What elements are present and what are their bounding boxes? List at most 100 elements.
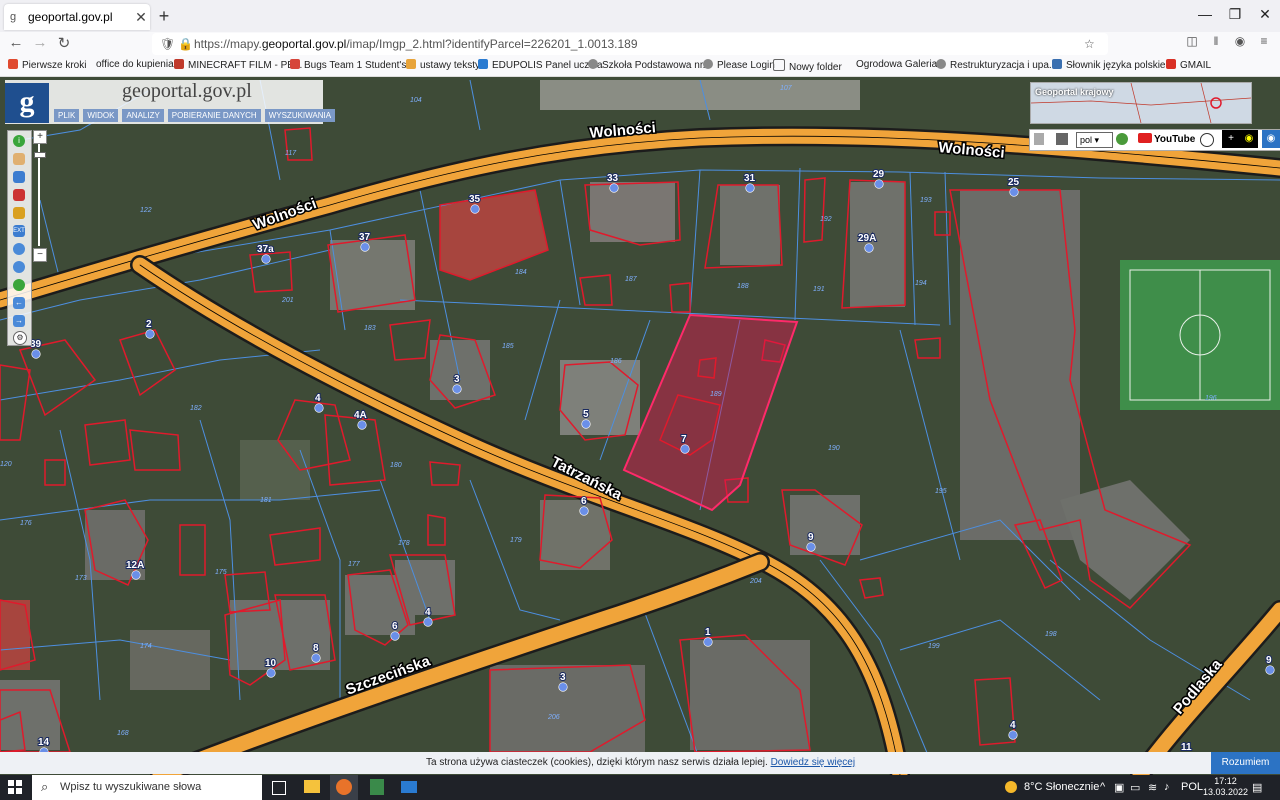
- bookmark-item[interactable]: Restrukturyzacja i upa...: [936, 59, 1057, 71]
- menu-item-widok[interactable]: WIDOK: [83, 109, 119, 122]
- arrow-left-icon[interactable]: ←: [13, 297, 25, 309]
- menu-icon[interactable]: ≡: [1254, 34, 1274, 48]
- bookmark-item[interactable]: ustawy teksty: [406, 59, 480, 71]
- forward-icon[interactable]: →: [30, 34, 50, 51]
- house-number: 9: [1266, 655, 1272, 666]
- ext-icon[interactable]: EXT: [13, 225, 25, 237]
- arrow-right-icon[interactable]: →: [13, 315, 25, 327]
- eye-icon[interactable]: ◉: [1240, 130, 1258, 148]
- zoom-slider[interactable]: + −: [33, 130, 47, 262]
- task-view-icon[interactable]: [272, 781, 286, 795]
- bookmark-item[interactable]: Słownik języka polskie...: [1052, 59, 1174, 71]
- globe-icon: [936, 59, 946, 69]
- learn-more-link[interactable]: Dowiedz się więcej: [771, 757, 855, 768]
- minimize-icon[interactable]: —: [1190, 6, 1220, 22]
- bookmark-item[interactable]: Nowy folder: [773, 59, 842, 73]
- draw-icon[interactable]: [13, 207, 25, 219]
- battery-icon[interactable]: ▭: [1130, 781, 1140, 794]
- address-bar[interactable]: 🛡 🔒 https://mapy.geoportal.gov.pl/imap/I…: [152, 33, 1108, 55]
- bookmark-item[interactable]: EDUPOLIS Panel ucznia: [478, 59, 603, 71]
- view-icon[interactable]: ◉: [1262, 130, 1280, 148]
- tab-geoportal[interactable]: g geoportal.gov.pl ✕: [4, 4, 150, 30]
- info-icon[interactable]: i: [13, 135, 25, 147]
- restore-icon[interactable]: ❐: [1220, 6, 1250, 23]
- parcel-number: 120: [0, 461, 12, 468]
- notifications-icon[interactable]: ▤: [1252, 781, 1262, 794]
- windows-start-icon[interactable]: [8, 780, 22, 794]
- g-icon: [406, 59, 416, 69]
- reload-icon[interactable]: ↻: [54, 34, 74, 52]
- help-icon[interactable]: [1116, 133, 1128, 145]
- close-window-icon[interactable]: ✕: [1250, 6, 1280, 23]
- settings-icon[interactable]: ⚙: [13, 331, 27, 345]
- house-number: 6: [392, 621, 398, 632]
- zoom-out-button[interactable]: −: [33, 248, 47, 262]
- new-tab-icon[interactable]: +: [156, 6, 172, 27]
- taskbar-search[interactable]: ⌕ Wpisz tu wyszukiwane słowa: [32, 775, 262, 800]
- house-number: 29: [873, 169, 885, 180]
- globe-icon[interactable]: [13, 279, 25, 291]
- accessibility-icon[interactable]: [1200, 133, 1214, 147]
- menu-item-wyszukiwania[interactable]: WYSZUKIWANIA: [264, 109, 336, 122]
- bookmark-item[interactable]: Bugs Team 1 Student's...: [290, 59, 415, 71]
- zoom-in-button[interactable]: +: [33, 130, 47, 144]
- overview-map[interactable]: Geoportal krajowy: [1030, 82, 1252, 124]
- menu-item-analizy[interactable]: ANALIZY: [122, 109, 164, 122]
- house-number: 25: [1008, 177, 1020, 188]
- close-tab-icon[interactable]: ✕: [132, 9, 150, 26]
- accept-cookies-button[interactable]: Rozumiem: [1211, 752, 1280, 774]
- parcel-number: 206: [547, 714, 560, 721]
- bookmark-item[interactable]: Szkoła Podstawowa nr...: [588, 59, 711, 71]
- pan-hand-icon[interactable]: [13, 153, 25, 165]
- house-number: 9: [808, 532, 814, 543]
- bookmark-item[interactable]: office do kupienia: [96, 59, 174, 70]
- mail-icon[interactable]: [401, 781, 417, 793]
- tray-chevron-icon[interactable]: ^: [1100, 781, 1105, 793]
- shield-icon[interactable]: 🛡: [160, 33, 175, 55]
- zoom-out-icon[interactable]: [13, 261, 25, 273]
- menu-item-plik[interactable]: PLIK: [54, 109, 80, 122]
- map-view[interactable]: Wolności Wolności Wolności Tatrzańska Sz…: [0, 77, 1280, 775]
- map-canvas[interactable]: Wolności Wolności Wolności Tatrzańska Sz…: [0, 77, 1280, 775]
- menu-item-pobieranie-danych[interactable]: POBIERANIE DANYCH: [167, 109, 261, 122]
- account-icon[interactable]: ◉: [1230, 34, 1250, 48]
- bookmark-item[interactable]: Pierwsze kroki: [8, 59, 86, 71]
- wifi-icon[interactable]: ≋: [1148, 781, 1157, 794]
- language-indicator[interactable]: POL: [1181, 781, 1203, 793]
- bookmark-item[interactable]: Ogrodowa Galeria: [856, 59, 937, 70]
- back-icon[interactable]: ←: [6, 34, 26, 51]
- geoportal-logo-icon[interactable]: g: [5, 83, 49, 123]
- language-select[interactable]: pol ▾: [1076, 132, 1113, 148]
- bookmark-item[interactable]: MINECRAFT FILM - PE...: [174, 59, 302, 71]
- weather-text[interactable]: 8°C Słonecznie: [1024, 781, 1099, 793]
- url-text: https://mapy.geoportal.gov.pl/imap/Imgp_…: [194, 37, 638, 51]
- bookmark-item[interactable]: Please Login: [703, 59, 775, 71]
- house-number: 31: [744, 173, 756, 184]
- house-number: 33: [607, 173, 619, 184]
- library-icon[interactable]: ‖: [1206, 34, 1226, 48]
- volume-icon[interactable]: ♪: [1164, 781, 1170, 793]
- print-icon[interactable]: [1034, 133, 1044, 145]
- youtube-link[interactable]: YouTube: [1138, 133, 1195, 145]
- zoom-handle[interactable]: [34, 152, 46, 158]
- dictionary-icon: [1052, 59, 1062, 69]
- calculator-icon[interactable]: [370, 779, 384, 795]
- house-number: 4: [315, 393, 321, 404]
- bookmark-star-icon[interactable]: ☆: [1084, 33, 1095, 55]
- lock-icon[interactable]: 🔒: [178, 33, 193, 55]
- weather-icon[interactable]: [1005, 781, 1017, 793]
- parcel-number: 173: [75, 575, 87, 582]
- zoom-window-icon[interactable]: [13, 171, 25, 183]
- clock[interactable]: 17:12 13.03.2022: [1203, 776, 1248, 798]
- zoom-in-icon[interactable]: [13, 243, 25, 255]
- network-icon[interactable]: ▣: [1114, 781, 1124, 794]
- measure-icon[interactable]: [13, 189, 25, 201]
- file-explorer-icon[interactable]: [304, 780, 320, 793]
- cookie-message: Ta strona używa ciasteczek (cookies), dz…: [426, 757, 856, 768]
- contrast-icon[interactable]: +: [1222, 130, 1240, 148]
- parcel-number: 182: [190, 405, 202, 412]
- car-icon[interactable]: [1056, 133, 1068, 145]
- pocket-icon[interactable]: ◫: [1182, 34, 1202, 48]
- bookmark-item[interactable]: GMAIL: [1166, 59, 1211, 71]
- firefox-taskbar-icon[interactable]: [336, 779, 352, 795]
